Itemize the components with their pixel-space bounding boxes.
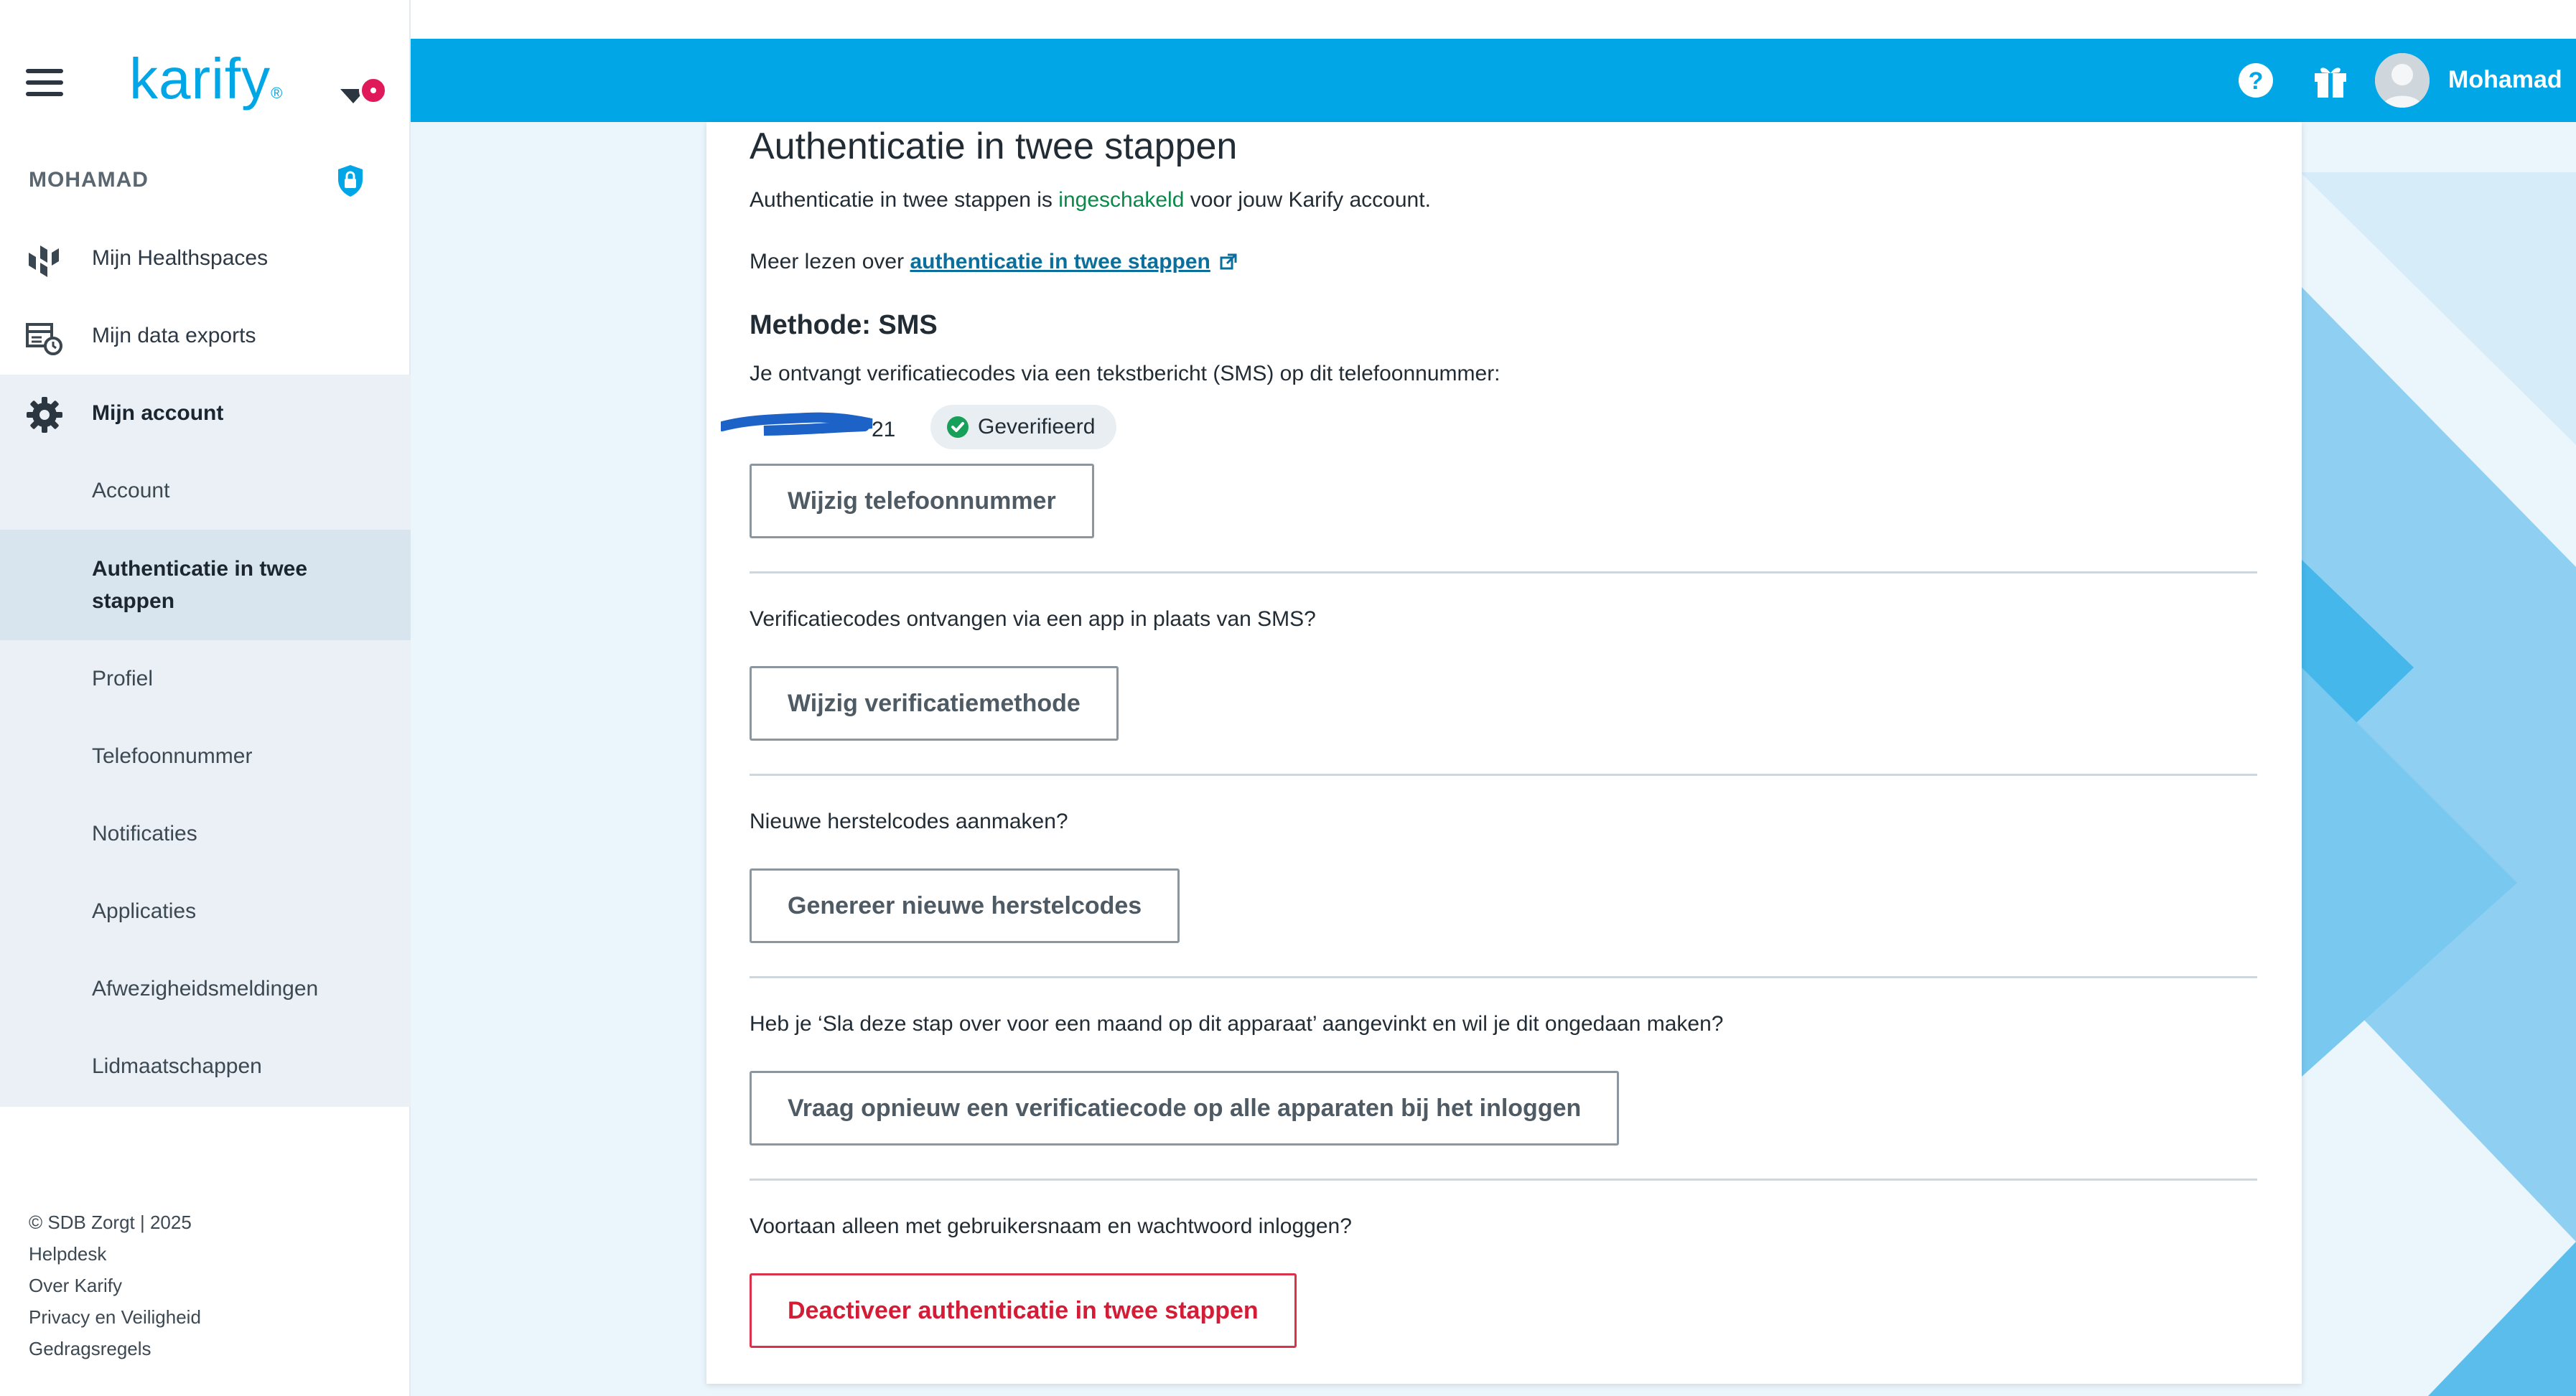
sidebar-subitem-label: Telefoonnummer (92, 744, 253, 768)
change-method-button[interactable]: Wijzig verificatiemethode (750, 666, 1119, 741)
sidebar-item-label: Mijn data exports (92, 324, 256, 347)
sidebar-subitem-absences[interactable]: Afwezigheidsmeldingen (0, 950, 411, 1028)
method-title: Methode: SMS (750, 310, 938, 340)
sidebar-subitem-notifications[interactable]: Notificaties (0, 795, 411, 873)
sidebar-subitem-label: Authenticatie in twee stappen (92, 557, 308, 613)
sidebar-subitem-account[interactable]: Account (0, 452, 411, 530)
sidebar-item-healthspaces[interactable]: Mijn Healthspaces (0, 220, 411, 297)
verified-badge: Geverifieerd (930, 405, 1117, 449)
change-phone-button[interactable]: Wijzig telefoonnummer (750, 464, 1094, 538)
svg-text:?: ? (2249, 67, 2264, 95)
shield-lock-icon (338, 165, 363, 197)
top-bar: ? Mohamad (411, 39, 2576, 122)
sidebar-subitem-memberships[interactable]: Lidmaatschappen (0, 1028, 411, 1105)
sidebar-subitem-label: Profiel (92, 667, 154, 690)
page-title: Authenticatie in twee stappen (750, 126, 1238, 167)
avatar[interactable] (2375, 53, 2430, 108)
brand-row: karify® (0, 37, 411, 123)
status-prefix: Authenticatie in twee stappen is (750, 188, 1059, 212)
sidebar-footer: © SDB Zorgt | 2025 Helpdesk Over Karify … (29, 1212, 201, 1369)
read-more-prefix: Meer lezen over (750, 250, 910, 273)
sidebar-subitem-applications[interactable]: Applicaties (0, 873, 411, 950)
sidebar-user-name: MOHAMAD (29, 168, 149, 192)
section-divider (750, 1179, 2257, 1181)
sidebar-subitem-profile[interactable]: Profiel (0, 640, 411, 718)
sidebar-user: MOHAMAD (29, 164, 388, 200)
logo-mark: ® (271, 84, 284, 103)
section-divider (750, 976, 2257, 978)
sidebar: karify® MOHAMAD Mijn Healthspaces Mijn d… (0, 0, 411, 1396)
hamburger-menu-icon[interactable] (26, 69, 63, 98)
footer-link-privacy[interactable]: Privacy en Veiligheid (29, 1306, 201, 1328)
account-nav-group: Mijn account Account Authenticatie in tw… (0, 375, 411, 1107)
sidebar-subitem-label: Lidmaatschappen (92, 1054, 262, 1078)
status-text: Authenticatie in twee stappen is ingesch… (750, 188, 1431, 212)
verified-badge-label: Geverifieerd (978, 415, 1096, 439)
section-question: Heb je ‘Sla deze stap over voor een maan… (750, 1012, 1724, 1036)
section-divider (750, 571, 2257, 573)
sidebar-subitem-label: Applicaties (92, 899, 197, 923)
copyright: © SDB Zorgt | 2025 (29, 1212, 192, 1233)
footer-link-helpdesk[interactable]: Helpdesk (29, 1243, 201, 1265)
read-more-text: Meer lezen over authenticatie in twee st… (750, 250, 1238, 274)
healthspaces-icon (29, 245, 59, 277)
footer-link-about[interactable]: Over Karify (29, 1275, 201, 1296)
read-more-link[interactable]: authenticatie in twee stappen (910, 250, 1210, 273)
status-suffix: voor jouw Karify account. (1184, 188, 1431, 212)
gear-icon (27, 397, 62, 433)
gift-icon[interactable] (2310, 60, 2351, 100)
section-question: Nieuwe herstelcodes aanmaken? (750, 810, 1068, 833)
sidebar-subitem-label: Notificaties (92, 822, 197, 845)
sidebar-subitem-label: Account (92, 479, 170, 502)
karify-logo[interactable]: karify® (129, 46, 283, 112)
external-link-icon[interactable] (1219, 253, 1238, 271)
sidebar-subitem-two-factor[interactable]: Authenticatie in twee stappen (0, 530, 411, 640)
section-divider (750, 774, 2257, 776)
sidebar-item-label: Mijn Healthspaces (92, 246, 269, 270)
sidebar-subitem-phone[interactable]: Telefoonnummer (0, 718, 411, 795)
footer-link-code-of-conduct[interactable]: Gedragsregels (29, 1338, 201, 1359)
status-enabled: ingeschakeld (1058, 188, 1185, 212)
sidebar-item-my-account[interactable]: Mijn account (0, 375, 411, 452)
redaction-scribble (721, 412, 873, 436)
generate-recovery-codes-button[interactable]: Genereer nieuwe herstelcodes (750, 868, 1180, 943)
require-code-all-devices-button[interactable]: Vraag opnieuw een verificatiecode op all… (750, 1071, 1620, 1146)
help-icon[interactable]: ? (2236, 60, 2276, 100)
two-factor-card: Authenticatie in twee stappen Authentica… (706, 122, 2302, 1384)
sidebar-subitem-label: Afwezigheidsmeldingen (92, 977, 319, 1001)
data-export-icon (26, 323, 62, 355)
deactivate-two-factor-button[interactable]: Deactiveer authenticatie in twee stappen (750, 1273, 1297, 1348)
section-question: Verificatiecodes ontvangen via een app i… (750, 607, 1316, 631)
sidebar-item-data-exports[interactable]: Mijn data exports (0, 297, 411, 375)
topbar-user-name[interactable]: Mohamad (2448, 66, 2562, 94)
section-question: Voortaan alleen met gebruikersnaam en wa… (750, 1214, 1352, 1238)
sidebar-item-label: Mijn account (92, 401, 224, 425)
notifications-dropdown-button[interactable] (337, 69, 395, 112)
logo-text: karify (129, 47, 271, 111)
method-description: Je ontvangt verificatiecodes via een tek… (750, 362, 1501, 385)
notification-dot (359, 76, 388, 105)
check-circle-icon (947, 416, 969, 438)
phone-number-suffix: 21 (872, 418, 896, 441)
user-avatar-icon (2375, 53, 2430, 108)
